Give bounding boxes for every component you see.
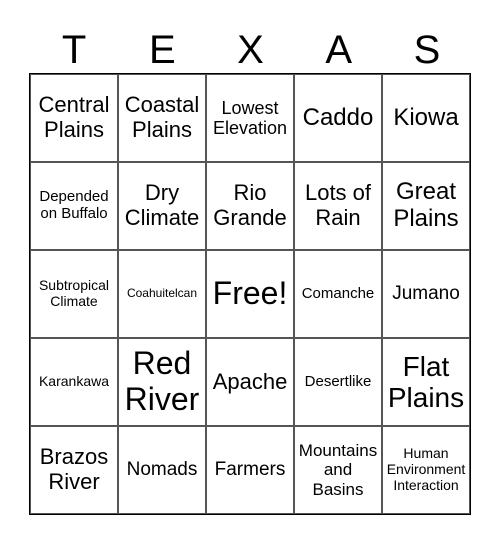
bingo-cell[interactable]: Mountains and Basins bbox=[294, 426, 382, 514]
header-letter: X bbox=[237, 28, 264, 72]
bingo-cell[interactable]: Caddo bbox=[294, 74, 382, 162]
bingo-cell[interactable]: Dry Climate bbox=[118, 162, 206, 250]
bingo-cell[interactable]: Coastal Plains bbox=[118, 74, 206, 162]
header-letter: S bbox=[413, 28, 441, 72]
bingo-cell[interactable]: Depended on Buffalo bbox=[30, 162, 118, 250]
bingo-grid: Central Plains Coastal Plains Lowest Ele… bbox=[29, 73, 471, 515]
bingo-cell[interactable]: Kiowa bbox=[382, 74, 470, 162]
bingo-cell[interactable]: Human Environment Interaction bbox=[382, 426, 470, 514]
bingo-cell[interactable]: Brazos River bbox=[30, 426, 118, 514]
bingo-cell[interactable]: Desertlike bbox=[294, 338, 382, 426]
bingo-cell[interactable]: Apache bbox=[206, 338, 294, 426]
bingo-cell[interactable]: Subtropical Climate bbox=[30, 250, 118, 338]
bingo-cell[interactable]: Central Plains bbox=[30, 74, 118, 162]
header-letter: T bbox=[61, 28, 87, 72]
bingo-cell[interactable]: Red River bbox=[118, 338, 206, 426]
bingo-cell[interactable]: Comanche bbox=[294, 250, 382, 338]
bingo-cell[interactable]: Karankawa bbox=[30, 338, 118, 426]
bingo-cell[interactable]: Rio Grande bbox=[206, 162, 294, 250]
bingo-cell[interactable]: Jumano bbox=[382, 250, 470, 338]
bingo-cell[interactable]: Farmers bbox=[206, 426, 294, 514]
header-letter: E bbox=[148, 28, 176, 72]
free-space[interactable]: Free! bbox=[206, 250, 294, 338]
bingo-cell[interactable]: Lots of Rain bbox=[294, 162, 382, 250]
bingo-cell[interactable]: Coahuitelcan bbox=[118, 250, 206, 338]
header-letter: A bbox=[325, 28, 353, 72]
bingo-header: T E X A S bbox=[30, 28, 471, 73]
bingo-cell[interactable]: Great Plains bbox=[382, 162, 470, 250]
bingo-cell[interactable]: Lowest Elevation bbox=[206, 74, 294, 162]
bingo-cell[interactable]: Flat Plains bbox=[382, 338, 470, 426]
bingo-cell[interactable]: Nomads bbox=[118, 426, 206, 514]
